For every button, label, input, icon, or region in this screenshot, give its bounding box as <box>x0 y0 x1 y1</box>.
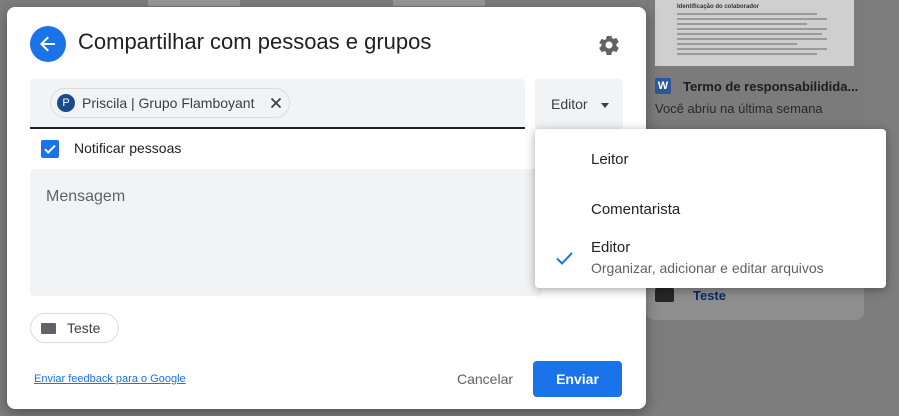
notify-checkbox[interactable] <box>41 140 59 158</box>
dialog-title: Compartilhar com pessoas e grupos <box>78 29 432 54</box>
message-textarea[interactable]: Mensagem <box>30 169 542 296</box>
back-button[interactable] <box>30 26 66 62</box>
folder-chip[interactable]: Teste <box>30 313 119 343</box>
bg-file-name: Termo de responsabilidida... <box>683 79 859 94</box>
bg-card-edge <box>148 0 240 6</box>
role-menu-item-label: Comentarista <box>591 201 681 218</box>
role-dropdown-label: Editor <box>551 96 588 112</box>
word-doc-icon: W <box>655 78 671 94</box>
recipients-input[interactable]: P Priscila | Grupo Flamboyant <box>30 79 525 129</box>
send-button[interactable]: Enviar <box>533 361 622 397</box>
check-icon <box>44 144 56 154</box>
remove-recipient-button[interactable] <box>268 95 284 111</box>
bg-doc-heading: Identificação do colaborador <box>677 4 760 10</box>
bg-doc-thumbnail: Identificação do colaborador <box>655 0 854 66</box>
role-menu-item-description: Organizar, adicionar e editar arquivos <box>591 260 824 276</box>
bg-file-row: W Termo de responsabilidida... <box>655 78 864 98</box>
folder-chip-label: Teste <box>67 320 101 336</box>
bg-folder-name: Teste <box>693 288 726 303</box>
caret-down-icon <box>601 103 609 108</box>
role-menu-item-comentarista[interactable]: Comentarista <box>535 185 886 233</box>
settings-button[interactable] <box>597 33 621 57</box>
role-dropdown-button[interactable]: Editor <box>535 79 623 129</box>
recipient-chip-label: Priscila | Grupo Flamboyant <box>82 95 255 111</box>
notify-label: Notificar pessoas <box>74 140 182 156</box>
recipient-chip[interactable]: P Priscila | Grupo Flamboyant <box>50 88 290 118</box>
bg-card-edge <box>393 0 485 6</box>
close-icon <box>270 97 282 109</box>
role-menu: Leitor Comentarista Editor Organizar, ad… <box>535 129 886 288</box>
gear-icon <box>599 35 619 56</box>
check-icon <box>556 252 573 265</box>
role-menu-item-editor[interactable]: Editor Organizar, adicionar e editar arq… <box>535 233 886 285</box>
role-menu-item-label: Leitor <box>591 151 629 168</box>
role-menu-item-label: Editor <box>591 239 631 256</box>
message-placeholder: Mensagem <box>46 188 126 205</box>
bg-file-subtitle: Você abriu na última semana <box>655 101 823 116</box>
role-menu-item-leitor[interactable]: Leitor <box>535 137 886 185</box>
feedback-link[interactable]: Enviar feedback para o Google <box>34 373 186 385</box>
arrow-left-icon <box>40 36 55 52</box>
avatar: P <box>57 94 75 112</box>
bg-folder-icon <box>655 288 674 302</box>
folder-icon <box>41 323 56 334</box>
cancel-button[interactable]: Cancelar <box>448 361 522 397</box>
